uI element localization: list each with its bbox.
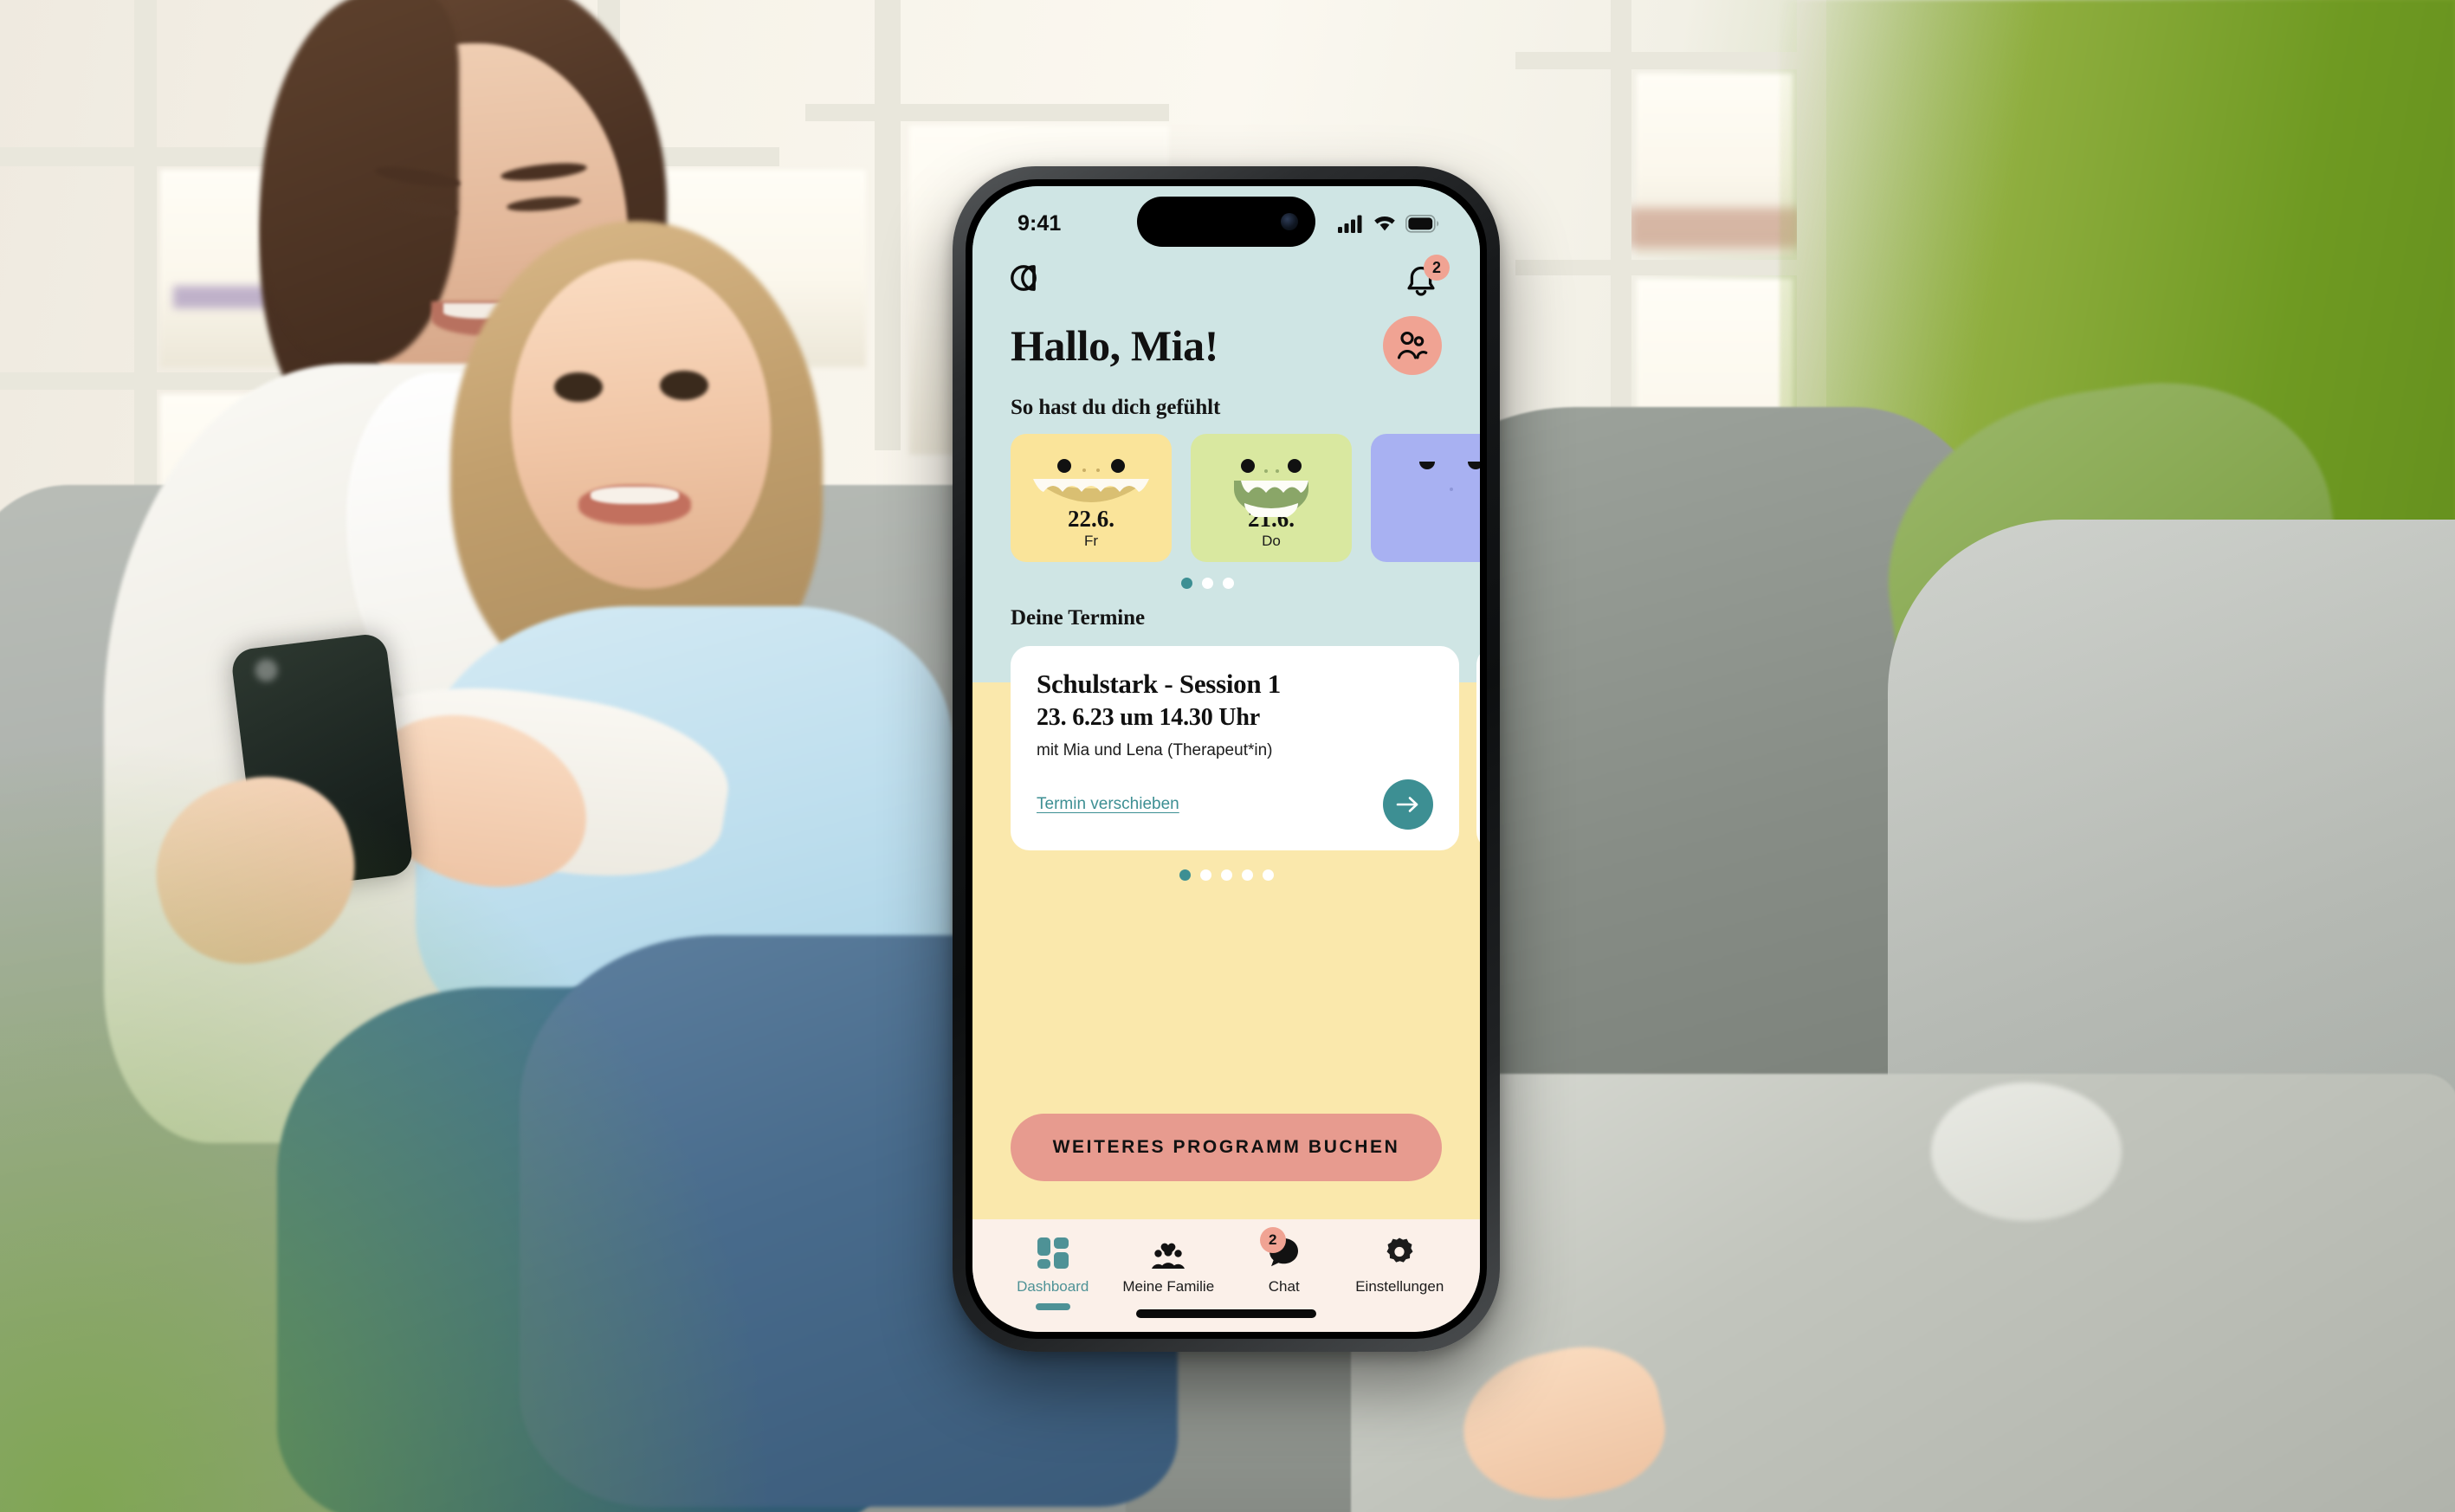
- child-eye: [554, 372, 603, 402]
- notification-badge: 2: [1424, 255, 1450, 281]
- child-eye: [660, 371, 708, 400]
- appointment-footer: Termin verschieben: [1037, 779, 1433, 830]
- green-color-overlay: [0, 733, 779, 1512]
- dashboard-grid-icon: [1036, 1235, 1070, 1271]
- pagination-dot[interactable]: [1179, 869, 1191, 881]
- tab-dashboard[interactable]: Dashboard: [995, 1235, 1111, 1310]
- cta-section: WEITERES PROGRAMM BUCHEN: [972, 1091, 1480, 1181]
- reschedule-link[interactable]: Termin verschieben: [1037, 795, 1179, 814]
- screenshot-scene: 9:41 2 Hallo, Mia! So hast du dich gefüh…: [0, 0, 2455, 1512]
- pagination-dot[interactable]: [1220, 869, 1232, 881]
- appointment-card-list[interactable]: Schulstark - Session 1 23. 6.23 um 14.30…: [1011, 646, 1480, 850]
- home-indicator[interactable]: [1136, 1309, 1316, 1318]
- pagination-dot[interactable]: [1180, 578, 1192, 589]
- phone-bezel: 9:41 2 Hallo, Mia! So hast du dich gefüh…: [966, 179, 1487, 1339]
- mood-card[interactable]: [1371, 434, 1480, 562]
- chat-badge: 2: [1259, 1227, 1286, 1253]
- mood-section: So hast du dich gefühlt 22.6. Fr 21.6. D…: [972, 375, 1480, 562]
- appointment-participants: mit Mia und Lena (Therapeut*in): [1037, 741, 1273, 759]
- tab-label: Meine Familie: [1122, 1278, 1215, 1295]
- tab-chat[interactable]: 2 Chat: [1226, 1227, 1342, 1296]
- appointment-open-button[interactable]: [1383, 779, 1433, 830]
- pagination-dot[interactable]: [1199, 869, 1211, 881]
- window-frame: [805, 104, 1169, 121]
- app-logo-icon[interactable]: [1011, 261, 1047, 295]
- cellular-signal-icon: [1338, 215, 1362, 233]
- appointment-title: Schulstark - Session 1: [1037, 669, 1281, 699]
- window-frame: [1515, 260, 1801, 275]
- notification-button[interactable]: 2: [1400, 255, 1450, 302]
- cta-spacer: [972, 1181, 1480, 1219]
- window-frame: [1515, 52, 1801, 69]
- phone-screen: 9:41 2 Hallo, Mia! So hast du dich gefüh…: [972, 186, 1480, 1332]
- window-frame: [875, 0, 901, 450]
- dynamic-island: [1137, 197, 1315, 247]
- arrow-right-icon: [1396, 797, 1418, 812]
- mood-card[interactable]: 21.6. Do: [1191, 434, 1352, 562]
- appointments-carousel-pagination: [1011, 869, 1442, 881]
- app-top-bar: 2: [972, 249, 1480, 302]
- pagination-dot[interactable]: [1241, 869, 1253, 881]
- appointment-card[interactable]: Schulstark - Session 1 23. 6.23 um 14.30…: [1011, 646, 1459, 850]
- speech-bubble-icon: 2: [1259, 1227, 1302, 1271]
- wifi-icon: [1374, 216, 1395, 231]
- family-heart-icon: [1150, 1235, 1186, 1271]
- appointments-section-title: Deine Termine: [1011, 606, 1145, 630]
- tab-label: Einstellungen: [1355, 1278, 1444, 1295]
- battery-icon: [1405, 214, 1439, 233]
- book-program-button[interactable]: WEITERES PROGRAMM BUCHEN: [1011, 1114, 1442, 1181]
- family-avatar-icon: [1397, 331, 1428, 359]
- mood-face-open-smile: [1191, 453, 1352, 520]
- greeting-row: Hallo, Mia!: [972, 302, 1480, 375]
- active-tab-indicator: [1035, 1303, 1070, 1310]
- tab-meine-familie[interactable]: Meine Familie: [1111, 1235, 1227, 1296]
- mood-carousel-pagination: [972, 562, 1442, 589]
- pagination-dot[interactable]: [1201, 578, 1213, 589]
- pagination-dot[interactable]: [1262, 869, 1274, 881]
- front-camera-icon: [1281, 213, 1298, 230]
- status-bar: 9:41: [972, 186, 1480, 249]
- tab-label: Chat: [1268, 1278, 1300, 1295]
- status-time: 9:41: [1018, 210, 1062, 236]
- mood-card[interactable]: 22.6. Fr: [1011, 434, 1172, 562]
- mood-card-list[interactable]: 22.6. Fr 21.6. Do: [1011, 434, 1480, 562]
- window-frame: [134, 0, 157, 554]
- page-title: Hallo, Mia!: [1011, 321, 1219, 370]
- appointments-section: Deine Termine Schulstark - Session 1 23.…: [972, 589, 1480, 1091]
- mood-day: Do: [1262, 533, 1281, 549]
- pagination-dot[interactable]: [1222, 578, 1234, 589]
- window-sill-detail: [1628, 208, 1801, 248]
- tab-label: Dashboard: [1017, 1278, 1089, 1295]
- tab-einstellungen[interactable]: Einstellungen: [1342, 1235, 1458, 1296]
- phone-mockup: 9:41 2 Hallo, Mia! So hast du dich gefüh…: [953, 166, 1500, 1352]
- family-avatar-button[interactable]: [1383, 316, 1442, 375]
- appointment-datetime: 23. 6.23 um 14.30 Uhr: [1037, 704, 1260, 731]
- mood-face-happy-grin: [1011, 453, 1172, 517]
- mood-section-title: So hast du dich gefühlt: [1011, 396, 1221, 419]
- mood-face-sad: [1371, 453, 1480, 517]
- status-icons: [1338, 214, 1440, 233]
- mood-day: Fr: [1083, 533, 1099, 549]
- child-teeth: [591, 487, 679, 504]
- white-pillow: [1931, 1082, 2122, 1221]
- appointment-card[interactable]: [1476, 646, 1480, 850]
- gear-icon: [1382, 1235, 1417, 1271]
